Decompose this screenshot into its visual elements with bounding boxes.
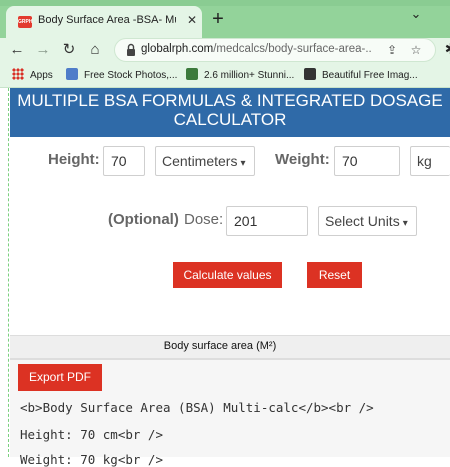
new-tab-icon[interactable]: + [208,9,228,30]
url-host: globalrph.com [141,43,214,55]
height-unit-value: Centimeters [162,153,238,169]
extensions-puzzle-icon[interactable]: ✱ [440,39,450,61]
bookmarks-bar: Apps Free Stock Photos,... 2.6 million+ … [0,62,450,88]
dose-label: Dose: [184,211,224,228]
url-text: globalrph.com/medcalcs/body-surface-area… [141,43,371,55]
camera-icon [304,68,316,80]
reload-icon[interactable]: ↻ [58,39,80,61]
bookmark-label: Free Stock Photos,... [84,70,178,81]
export-pdf-button[interactable]: Export PDF [18,364,102,391]
result-line: <b>Body Surface Area (BSA) Multi-calc</b… [20,400,374,415]
reset-button[interactable]: Reset [307,262,362,288]
bookmark-label: 2.6 million+ Stunni... [204,70,295,81]
photo-site-icon [186,68,198,80]
lock-icon [127,43,135,56]
bookmark-free-stock-photos[interactable]: Free Stock Photos,... [66,68,177,81]
site-favicon-icon: GRPH [18,16,32,28]
results-output: Export PDF <b>Body Surface Area (BSA) Mu… [10,359,450,467]
bookmark-stunning-photos[interactable]: 2.6 million+ Stunni... [186,68,294,81]
page-border-line [8,88,9,457]
browser-tab-strip: GRPH Body Surface Area -BSA- Multi-calc … [0,0,450,38]
calculator-banner: MULTIPLE BSA FORMULAS & INTEGRATED DOSAG… [10,88,450,137]
chevron-down-icon: ▾ [240,158,246,169]
weight-unit-value: kg [417,153,432,169]
bookmark-beautiful-images[interactable]: Beautiful Free Imag... [304,68,418,81]
dose-input[interactable]: 201 [226,206,308,236]
browser-toolbar: ← → ↻ ⌂ globalrph.com/medcalcs/body-surf… [0,38,450,62]
result-line: Weight: 70 kg<br /> [20,452,163,467]
height-label: Height: [48,151,100,168]
tab-close-icon[interactable]: ✕ [184,12,200,28]
share-icon[interactable]: ⇪ [383,41,401,59]
bookmark-star-icon[interactable]: ☆ [407,41,425,59]
results-section-title: Body surface area (M²) [163,340,277,352]
tab-title: Body Surface Area -BSA- Multi-calc [38,14,176,26]
dose-unit-select[interactable]: Select Units ▾ [318,206,417,236]
url-path: /medcalcs/body-surface-area-... [213,43,371,55]
optional-label: (Optional) [108,211,179,228]
pexels-icon [66,68,78,80]
apps-grid-icon [12,68,24,80]
weight-input[interactable]: 70 [334,146,400,176]
chevron-down-icon: ▾ [402,218,408,229]
banner-title-line1: MULTIPLE BSA FORMULAS & INTEGRATED DOSAG… [17,91,443,110]
results-section-header: Body surface area (M²) [10,335,450,359]
bookmark-apps[interactable]: Apps [12,68,53,81]
dose-unit-value: Select Units [325,213,400,229]
page-content: MULTIPLE BSA FORMULAS & INTEGRATED DOSAG… [0,88,450,467]
calculate-values-button[interactable]: Calculate values [173,262,282,288]
browser-tab-active[interactable]: GRPH Body Surface Area -BSA- Multi-calc … [6,6,202,38]
height-input[interactable]: 70 [103,146,145,176]
tab-search-chevron-icon[interactable]: ⌄ [406,4,426,24]
bookmark-apps-label: Apps [30,70,53,81]
address-bar[interactable]: globalrph.com/medcalcs/body-surface-area… [114,38,436,62]
forward-arrow-icon[interactable]: → [32,39,54,61]
bookmark-label: Beautiful Free Imag... [322,70,418,81]
banner-title-line2: CALCULATOR [173,110,287,129]
home-icon[interactable]: ⌂ [84,39,106,61]
weight-label: Weight: [275,151,330,168]
back-arrow-icon[interactable]: ← [6,39,28,61]
height-unit-select[interactable]: Centimeters ▾ [155,146,255,176]
weight-unit-select[interactable]: kg [410,146,450,176]
result-line: Height: 70 cm<br /> [20,427,163,442]
